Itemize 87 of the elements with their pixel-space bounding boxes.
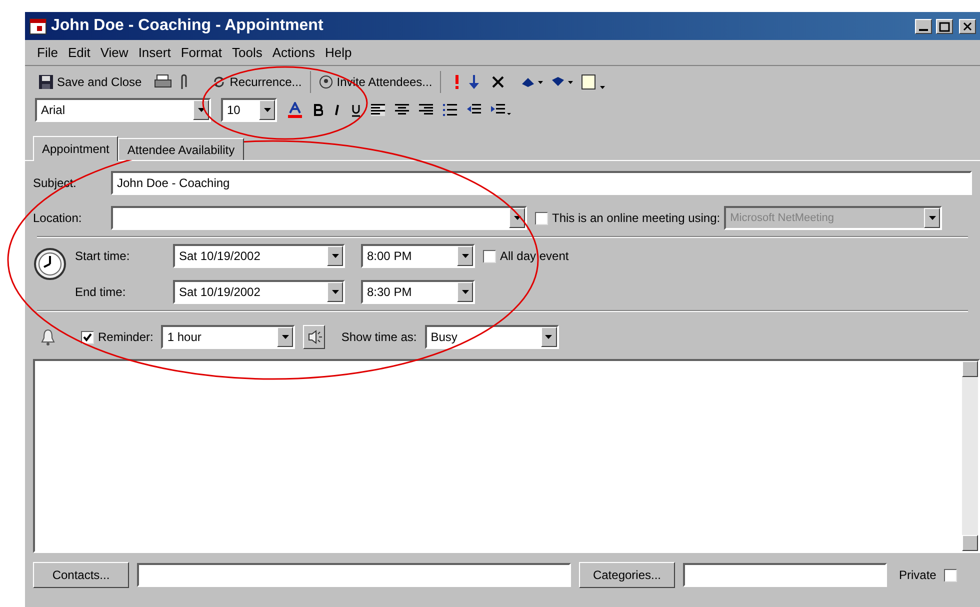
close-button[interactable]	[959, 18, 976, 34]
reminder-dropdown[interactable]: 1 hour	[161, 325, 296, 349]
dropdown-button[interactable]	[277, 327, 294, 347]
font-color-icon[interactable]	[287, 102, 303, 118]
caret-icon	[462, 254, 468, 258]
delete-icon[interactable]	[491, 75, 506, 89]
increase-indent-icon[interactable]	[491, 104, 511, 116]
printer-icon[interactable]	[154, 74, 172, 90]
align-center-icon[interactable]	[395, 104, 409, 116]
categories-field[interactable]	[683, 563, 887, 587]
person-icon	[318, 75, 333, 89]
menu-item[interactable]: View	[100, 42, 128, 62]
time-dropdown[interactable]: 8:00 PM	[361, 244, 475, 268]
tab[interactable]: Attendee Availability	[118, 138, 244, 160]
previous-item-icon[interactable]	[521, 76, 544, 88]
speaker-button[interactable]	[303, 325, 326, 349]
menu-item[interactable]: Edit	[68, 42, 90, 62]
menu-item[interactable]: Tools	[232, 42, 262, 62]
align-right-icon[interactable]	[419, 104, 433, 116]
dropdown-button[interactable]	[457, 282, 473, 302]
dropdown-button[interactable]	[457, 246, 473, 266]
tab[interactable]: Appointment	[33, 136, 118, 161]
field-label: Start time:	[75, 248, 131, 265]
contacts-button[interactable]: Contacts...	[33, 562, 129, 588]
subject-field[interactable]: John Doe - Coaching	[111, 171, 972, 195]
recurrence-icon	[212, 75, 226, 89]
location-dropdown[interactable]	[111, 206, 527, 230]
caret-icon	[332, 254, 338, 258]
minimize-button[interactable]	[915, 18, 932, 34]
caret-icon	[928, 216, 936, 220]
contacts-field[interactable]	[137, 563, 571, 587]
field-label: End time:	[75, 284, 127, 301]
dropdown-button[interactable]	[327, 246, 343, 266]
minimize-icon	[919, 28, 928, 30]
caret-icon	[198, 108, 204, 112]
clock-icon	[33, 247, 67, 281]
exclamation-icon[interactable]	[453, 74, 462, 90]
field-label: Location:	[33, 210, 83, 227]
bold-icon[interactable]	[313, 104, 323, 116]
field-label: All day event	[500, 248, 569, 265]
maximize-button[interactable]	[936, 18, 953, 34]
menu-item[interactable]: File	[37, 42, 58, 62]
caret-icon	[264, 108, 270, 112]
caret-icon	[545, 335, 552, 339]
show-time-as-dropdown[interactable]: Busy	[424, 325, 559, 349]
window-title: John Doe - Coaching - Appointment	[51, 16, 324, 36]
align-left-icon[interactable]	[371, 104, 385, 116]
menu-item[interactable]: Actions	[272, 42, 315, 62]
next-item-icon[interactable]	[551, 76, 574, 88]
menu-item[interactable]: Help	[325, 42, 352, 62]
caret-icon	[462, 290, 468, 294]
bell-icon	[39, 328, 57, 346]
checkbox[interactable]	[944, 568, 958, 582]
field-label: Reminder:	[98, 329, 154, 346]
caret-icon	[332, 290, 338, 294]
down-arrow-icon[interactable]	[469, 74, 480, 90]
date-dropdown[interactable]: Sat 10/19/2002	[173, 280, 345, 304]
maximize-icon	[937, 20, 952, 32]
dropdown-button[interactable]	[193, 100, 209, 120]
recurrence-button[interactable]: Recurrence...	[208, 71, 311, 93]
save-and-close-button[interactable]: Save and Close	[35, 71, 146, 93]
italic-icon[interactable]	[333, 104, 341, 116]
checkbox[interactable]	[483, 250, 496, 262]
paperclip-icon[interactable]	[180, 73, 188, 91]
dropdown-button[interactable]	[540, 327, 557, 347]
help-icon[interactable]	[581, 73, 606, 91]
underline-icon[interactable]	[351, 104, 361, 116]
field-label: Private	[899, 567, 936, 584]
caret-icon	[282, 335, 289, 339]
caret-icon	[514, 216, 520, 220]
calendar-icon	[29, 17, 47, 35]
scrollbar[interactable]	[962, 361, 978, 551]
dropdown-button[interactable]	[259, 100, 275, 120]
dropdown-button[interactable]	[327, 282, 343, 302]
font-size-dropdown[interactable]: 10	[221, 98, 277, 122]
field-label: This is an online meeting using:	[552, 210, 720, 227]
date-dropdown[interactable]: Sat 10/19/2002	[173, 244, 345, 268]
categories-button[interactable]: Categories...	[579, 562, 675, 588]
field-label: Show time as:	[341, 329, 417, 346]
checkbox[interactable]	[81, 330, 94, 344]
bullet-list-icon[interactable]	[443, 104, 457, 116]
font-dropdown[interactable]: Arial	[35, 98, 211, 122]
decrease-indent-icon[interactable]	[467, 104, 481, 116]
time-dropdown[interactable]: 8:30 PM	[361, 280, 475, 304]
menu-item[interactable]: Format	[180, 42, 222, 62]
dropdown-button[interactable]	[509, 208, 525, 228]
menu-item[interactable]: Insert	[138, 42, 171, 62]
